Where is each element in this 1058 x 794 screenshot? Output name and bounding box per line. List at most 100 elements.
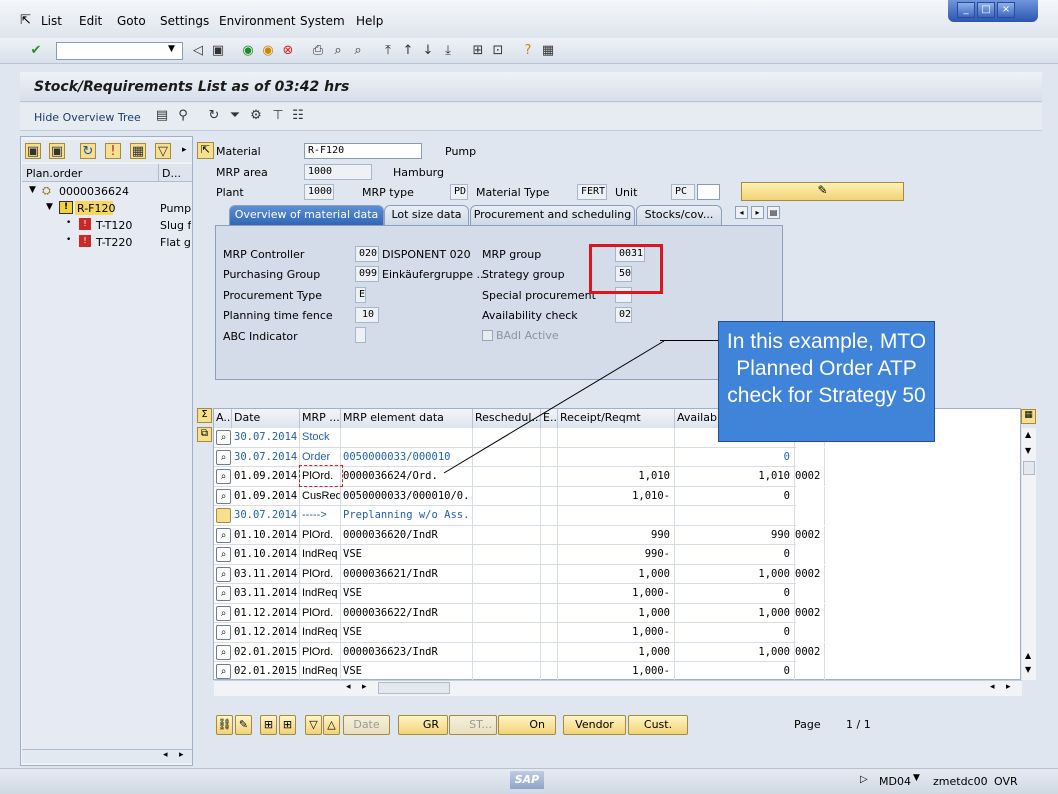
cancel-icon[interactable]: ⊗: [280, 43, 296, 59]
save-icon[interactable]: ▣: [210, 43, 226, 59]
layout-icon[interactable]: ▦: [1021, 409, 1036, 424]
funnel-icon[interactable]: ⊤: [270, 108, 286, 124]
hscroll-thumb[interactable]: [378, 682, 450, 694]
refresh-icon[interactable]: ↻: [206, 108, 222, 124]
tool-button[interactable]: ⊞: [260, 715, 277, 735]
enter-icon[interactable]: ✔: [28, 43, 44, 59]
back-arrow-icon[interactable]: ◁: [190, 43, 206, 59]
find-next-icon[interactable]: ⌕: [350, 43, 366, 59]
tab-list-icon[interactable]: ▤: [767, 206, 780, 219]
tree-expand-arrow-icon[interactable]: ▼: [46, 202, 53, 212]
maximize-icon[interactable]: □: [977, 2, 995, 18]
layout-icon[interactable]: ▦: [540, 43, 556, 59]
first-page-icon[interactable]: ⤒: [380, 43, 396, 59]
st-button[interactable]: ST...: [449, 715, 497, 735]
details-magnifier-icon[interactable]: ⌕: [216, 664, 231, 679]
tool-button[interactable]: △: [323, 715, 340, 735]
details-magnifier-icon[interactable]: ⌕: [216, 449, 231, 465]
details-magnifier-icon[interactable]: ⌕: [216, 430, 231, 445]
tool-button[interactable]: ✎: [235, 715, 252, 735]
tree-col-description[interactable]: D...: [162, 167, 181, 180]
scroll-left-icon[interactable]: ◂: [163, 750, 168, 760]
material-field[interactable]: R-F120: [304, 143, 422, 159]
scroll-down-icon[interactable]: ▼: [1025, 446, 1031, 455]
scroll-up-icon[interactable]: ▲: [1025, 430, 1031, 439]
scroll-left-icon[interactable]: ◂: [346, 682, 351, 692]
tool-button[interactable]: ▽: [305, 715, 322, 735]
close-icon[interactable]: ×: [997, 2, 1015, 18]
back-icon[interactable]: ◉: [240, 43, 256, 59]
settings-icon[interactable]: ⚙: [248, 108, 264, 124]
tree-node-component[interactable]: T-T120: [96, 219, 132, 232]
scroll-thumb[interactable]: [1023, 461, 1035, 475]
tree-node-component[interactable]: T-T220: [96, 236, 132, 249]
details-magnifier-icon[interactable]: ⌕: [216, 566, 231, 582]
document-icon[interactable]: ▤: [154, 108, 170, 124]
hierarchy-icon[interactable]: ☷: [290, 108, 306, 124]
menu-edit[interactable]: Edit: [79, 14, 102, 28]
tool-button[interactable]: ⛓: [216, 715, 233, 735]
status-expand-icon[interactable]: ▷: [860, 774, 868, 785]
tree-collapse-icon[interactable]: ▣: [49, 143, 65, 159]
shortcut-icon[interactable]: ⊡: [490, 43, 506, 59]
vendor-button[interactable]: Vendor: [563, 715, 626, 735]
menu-environment[interactable]: Environment: [219, 14, 296, 28]
tree-select-icon[interactable]: ▦: [130, 143, 146, 159]
person-icon[interactable]: ⚲: [175, 108, 191, 124]
tree-filter-icon[interactable]: ▽: [155, 143, 171, 159]
hide-overview-tree-button[interactable]: Hide Overview Tree: [34, 111, 141, 124]
menu-system[interactable]: System: [300, 14, 345, 28]
tab-next-icon[interactable]: ▸: [751, 206, 764, 219]
next-page-icon[interactable]: ↓: [420, 43, 436, 59]
details-magnifier-icon[interactable]: ⌕: [216, 488, 231, 504]
scroll-left-icon[interactable]: ◂: [990, 682, 995, 692]
menu-goto[interactable]: Goto: [117, 14, 146, 28]
new-session-icon[interactable]: ⊞: [470, 43, 486, 59]
help-icon[interactable]: ?: [520, 43, 536, 59]
material-nav-icon[interactable]: ⇱: [197, 142, 214, 159]
customer-button[interactable]: Cust.: [628, 715, 688, 735]
details-magnifier-icon[interactable]: ⌕: [216, 605, 231, 621]
tab-lot-size[interactable]: Lot size data: [384, 205, 469, 225]
tree-node-material[interactable]: R-F120: [77, 202, 116, 215]
tree-more-icon[interactable]: ▸: [182, 145, 187, 155]
details-magnifier-icon[interactable]: ⌕: [216, 547, 231, 562]
tree-expand-arrow-icon[interactable]: ▼: [29, 185, 36, 195]
date-button[interactable]: Date: [343, 715, 390, 735]
scroll-right-icon[interactable]: ▸: [362, 682, 367, 692]
grid-hscroll[interactable]: [214, 680, 1022, 696]
scroll-up-icon[interactable]: ▲: [1025, 651, 1031, 660]
minimize-icon[interactable]: _: [957, 2, 975, 18]
tree-node-plan-order[interactable]: 0000036624: [59, 185, 129, 198]
prev-page-icon[interactable]: ↑: [400, 43, 416, 59]
command-field[interactable]: [56, 42, 183, 60]
group-icon[interactable]: ⧉: [197, 427, 212, 442]
details-magnifier-icon[interactable]: ⌕: [216, 469, 231, 484]
col-header-date[interactable]: Date: [232, 409, 300, 428]
details-magnifier-icon[interactable]: ⌕: [216, 644, 231, 660]
scroll-right-icon[interactable]: ▸: [1006, 682, 1011, 692]
tool-button[interactable]: ⊞: [279, 715, 296, 735]
filter-icon[interactable]: ⏷: [227, 108, 243, 124]
tab-stocks[interactable]: Stocks/cov...: [636, 205, 722, 225]
exit-icon[interactable]: ◉: [260, 43, 276, 59]
edit-material-button[interactable]: ✎: [741, 182, 904, 201]
status-dropdown-icon[interactable]: ▼: [913, 773, 920, 783]
tree-col-plan-order[interactable]: Plan.order: [26, 167, 82, 180]
menu-list[interactable]: List: [41, 14, 62, 28]
sum-icon[interactable]: Σ: [197, 408, 212, 423]
tab-procurement[interactable]: Procurement and scheduling: [470, 205, 635, 225]
on-button[interactable]: On: [498, 715, 556, 735]
find-icon[interactable]: ⌕: [330, 43, 346, 59]
menu-icon[interactable]: ⇱: [20, 13, 31, 28]
tree-expand-icon[interactable]: ▣: [25, 143, 41, 159]
tab-overview[interactable]: Overview of material data: [229, 205, 384, 225]
menu-settings[interactable]: Settings: [160, 14, 209, 28]
command-dropdown-icon[interactable]: ▼: [168, 44, 175, 54]
print-icon[interactable]: ⎙: [310, 43, 326, 59]
gr-button[interactable]: GR: [398, 715, 448, 735]
scroll-down-icon[interactable]: ▼: [1025, 665, 1031, 674]
tab-prev-icon[interactable]: ◂: [735, 206, 748, 219]
preplanning-icon[interactable]: [216, 508, 231, 523]
details-magnifier-icon[interactable]: ⌕: [216, 586, 231, 601]
